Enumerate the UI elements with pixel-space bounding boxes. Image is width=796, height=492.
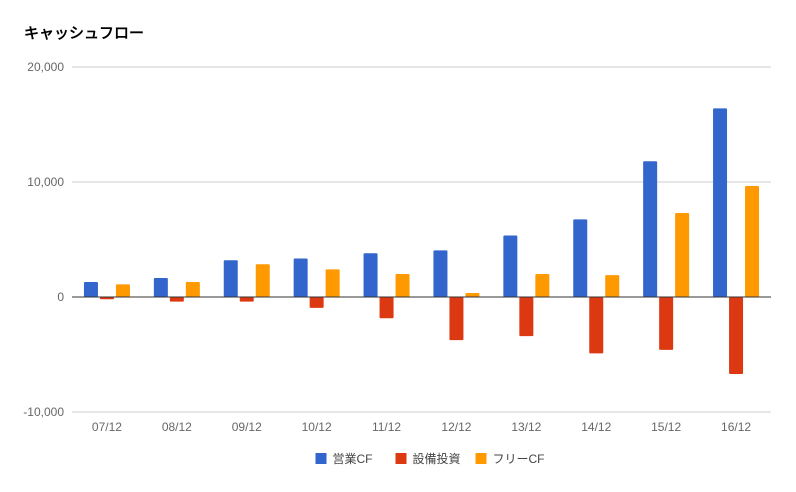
bar-3-11-12 — [395, 274, 410, 297]
bar-1-09-12 — [223, 260, 238, 297]
x-tick-label: 12/12 — [441, 420, 471, 434]
legend-label[interactable]: 営業CF — [333, 452, 373, 466]
legend-swatch[interactable] — [475, 453, 487, 464]
y-tick-label: 0 — [57, 290, 64, 304]
x-tick-label: 10/12 — [302, 420, 332, 434]
bar-3-16-12 — [745, 186, 760, 297]
legend-label[interactable]: 設備投資 — [413, 451, 461, 466]
bar-2-08-12 — [169, 297, 184, 302]
x-tick-label: 16/12 — [721, 420, 751, 434]
bar-3-14-12 — [605, 275, 620, 297]
legend[interactable]: 営業CF 設備投資 フリーCF — [315, 451, 545, 466]
x-tick-label: 14/12 — [581, 420, 611, 434]
x-tick-label: 08/12 — [162, 420, 192, 434]
y-tick-label: -10,000 — [23, 405, 64, 419]
bar-2-11-12 — [379, 297, 394, 319]
x-tick-label: 09/12 — [232, 420, 262, 434]
y-tick-label: 10,000 — [27, 175, 64, 189]
x-tick-label: 15/12 — [651, 420, 681, 434]
y-tick-label: 20,000 — [27, 60, 64, 74]
bar-3-12-12 — [465, 292, 480, 297]
bar-3-10-12 — [325, 269, 340, 297]
bar-2-13-12 — [519, 297, 534, 337]
bar-2-09-12 — [239, 297, 254, 302]
legend-swatch[interactable] — [315, 453, 327, 464]
bar-3-13-12 — [535, 274, 550, 297]
bar-2-14-12 — [589, 297, 604, 354]
legend-label[interactable]: フリーCF — [493, 452, 545, 466]
x-tick-label: 11/12 — [372, 420, 401, 434]
bar-1-10-12 — [293, 258, 308, 297]
bar-3-07-12 — [115, 284, 130, 297]
x-tick-labels: 07/12 08/12 09/12 10/12 11/12 12/12 13/12 14/12… — [92, 420, 751, 434]
y-tick-labels: -10,000 0 10,000 20,000 — [23, 60, 64, 419]
bar-3-15-12 — [675, 213, 690, 297]
bar-2-15-12 — [659, 297, 674, 350]
bar-2-16-12 — [729, 297, 744, 375]
bar-chart: -10,000 0 10,000 20,000 07/12 08/12 09/12 10/1… — [23, 60, 771, 466]
bar-1-12-12 — [433, 250, 448, 297]
x-tick-label: 07/12 — [92, 420, 122, 434]
bar-1-15-12 — [643, 161, 658, 297]
bar-2-10-12 — [309, 297, 324, 308]
bar-2-12-12 — [449, 297, 464, 341]
bar-1-16-12 — [713, 108, 728, 298]
x-tick-label: 13/12 — [511, 420, 541, 434]
bar-3-09-12 — [255, 264, 270, 297]
bar-1-11-12 — [363, 253, 378, 297]
bar-3-08-12 — [185, 282, 200, 297]
bars — [83, 108, 760, 375]
bar-1-07-12 — [83, 282, 98, 297]
bar-1-13-12 — [503, 235, 518, 297]
bar-1-08-12 — [153, 278, 168, 297]
bar-1-14-12 — [573, 219, 588, 297]
legend-swatch[interactable] — [395, 453, 407, 464]
grid-lines — [72, 66, 771, 413]
